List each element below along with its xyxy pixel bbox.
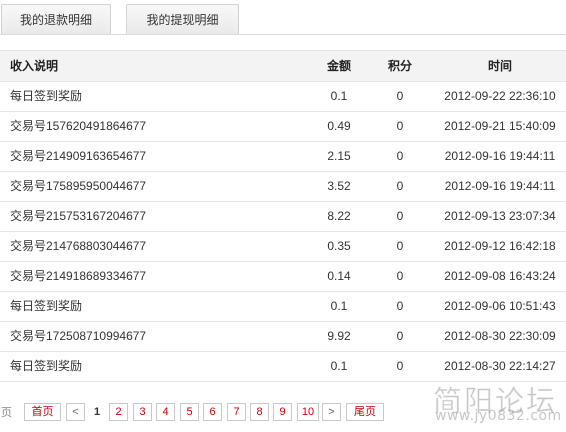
cell-amount: 0.1 — [330, 299, 348, 313]
page-4-link[interactable]: 4 — [156, 403, 175, 421]
cell-desc: 每日签到奖励 — [10, 359, 83, 373]
cell-desc: 交易号215753167204677 — [10, 209, 147, 223]
cell-time: 2012-09-13 23:07:34 — [444, 209, 556, 223]
cell-points: 0 — [396, 269, 404, 283]
tab-refund-details[interactable]: 我的退款明细 — [1, 4, 111, 35]
page-7-link[interactable]: 7 — [227, 403, 246, 421]
table-row: 交易号172508710994677 9.92 0 2012-08-30 22:30:… — [0, 322, 566, 352]
tab-bar: 我的退款明细 我的提现明细 — [0, 0, 566, 35]
cell-amount: 0.49 — [327, 119, 351, 133]
header-desc: 收入说明 — [10, 59, 59, 73]
cell-amount: 3.52 — [327, 179, 351, 193]
table-header: 收入说明 金额 积分 时间 — [0, 50, 566, 82]
table-row: 交易号214918689334677 0.14 0 2012-09-08 16:43:… — [0, 262, 566, 292]
page-6-link[interactable]: 6 — [203, 403, 222, 421]
header-time: 时间 — [487, 59, 512, 73]
cell-points: 0 — [396, 239, 404, 253]
table-row: 交易号214768803044677 0.35 0 2012-09-12 16:42:… — [0, 232, 566, 262]
page-8-link[interactable]: 8 — [250, 403, 269, 421]
cell-desc: 每日签到奖励 — [10, 299, 83, 313]
table-row: 交易号157620491864677 0.49 0 2012-09-21 15:40:… — [0, 112, 566, 142]
cell-amount: 9.92 — [327, 329, 351, 343]
header-amount: 金额 — [326, 59, 351, 73]
cell-amount: 0.1 — [330, 89, 348, 103]
cell-points: 0 — [396, 329, 404, 343]
cell-time: 2012-09-16 19:44:11 — [444, 179, 556, 193]
cell-time: 2012-09-12 16:42:18 — [444, 239, 556, 253]
pagination: 页 首页 < 1 2 3 4 5 6 7 8 9 10 > 尾页 — [0, 403, 566, 421]
cell-time: 2012-08-30 22:30:09 — [444, 329, 556, 343]
table-row: 每日签到奖励 0.1 0 2012-09-22 22:36:10 — [0, 82, 566, 112]
cell-desc: 交易号214909163654677 — [10, 149, 147, 163]
cell-desc: 交易号175895950044677 — [10, 179, 147, 193]
tab-withdraw-details[interactable]: 我的提现明细 — [126, 4, 239, 35]
income-table: 收入说明 金额 积分 时间 每日签到奖励 0.1 0 2012-09-22 22:36… — [0, 50, 566, 382]
next-page-button[interactable]: > — [322, 403, 341, 421]
page-10-link[interactable]: 10 — [297, 403, 319, 421]
table-row: 交易号215753167204677 8.22 0 2012-09-13 23:07:… — [0, 202, 566, 232]
last-page-button[interactable]: 尾页 — [346, 403, 384, 421]
cell-points: 0 — [396, 149, 404, 163]
pager-lead-text: 页 — [1, 407, 12, 419]
header-points: 积分 — [387, 59, 412, 73]
page-9-link[interactable]: 9 — [273, 403, 292, 421]
cell-amount: 2.15 — [327, 149, 351, 163]
cell-time: 2012-09-16 19:44:11 — [444, 149, 556, 163]
table-body: 每日签到奖励 0.1 0 2012-09-22 22:36:10 交易号15762049… — [0, 82, 566, 382]
page-3-link[interactable]: 3 — [133, 403, 152, 421]
cell-amount: 0.35 — [327, 239, 351, 253]
page-1-link[interactable]: 1 — [88, 403, 106, 421]
cell-desc: 交易号214768803044677 — [10, 239, 147, 253]
cell-time: 2012-09-06 10:51:43 — [444, 299, 556, 313]
table-row: 交易号175895950044677 3.52 0 2012-09-16 19:44:… — [0, 172, 566, 202]
cell-points: 0 — [396, 119, 404, 133]
table-row: 每日签到奖励 0.1 0 2012-09-06 10:51:43 — [0, 292, 566, 322]
tab-divider — [0, 34, 566, 35]
cell-desc: 每日签到奖励 — [10, 89, 83, 103]
cell-amount: 0.1 — [330, 359, 348, 373]
cell-time: 2012-09-08 16:43:24 — [444, 269, 556, 283]
cell-time: 2012-09-21 15:40:09 — [444, 119, 556, 133]
prev-page-button[interactable]: < — [66, 403, 85, 421]
cell-points: 0 — [396, 179, 404, 193]
cell-points: 0 — [396, 359, 404, 373]
cell-points: 0 — [396, 209, 404, 223]
cell-desc: 交易号172508710994677 — [10, 329, 147, 343]
cell-time: 2012-09-22 22:36:10 — [444, 89, 556, 103]
cell-amount: 0.14 — [327, 269, 351, 283]
first-page-button[interactable]: 首页 — [24, 403, 61, 421]
cell-points: 0 — [396, 299, 404, 313]
table-row: 交易号214909163654677 2.15 0 2012-09-16 19:44:… — [0, 142, 566, 172]
table-row: 每日签到奖励 0.1 0 2012-08-30 22:14:27 — [0, 352, 566, 382]
page-5-link[interactable]: 5 — [180, 403, 199, 421]
cell-desc: 交易号214918689334677 — [10, 269, 147, 283]
cell-time: 2012-08-30 22:14:27 — [444, 359, 556, 373]
cell-points: 0 — [396, 89, 404, 103]
page-2-link[interactable]: 2 — [109, 403, 128, 421]
cell-amount: 8.22 — [327, 209, 351, 223]
cell-desc: 交易号157620491864677 — [10, 119, 147, 133]
